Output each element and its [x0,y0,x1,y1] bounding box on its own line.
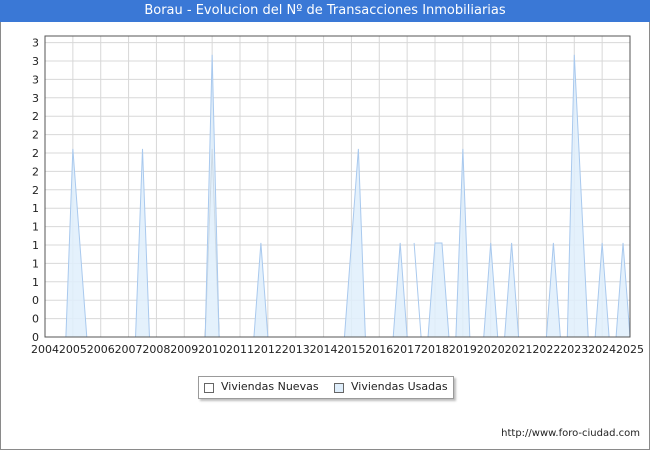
y-tick-label-8: 2 [32,184,39,197]
y-tick-label-15: 3 [32,55,39,68]
x-tick-label-2022: 2022 [532,343,560,356]
x-tick-label-2024: 2024 [588,343,616,356]
x-tick-label-2004: 2004 [31,343,59,356]
legend-label-viviendas-nuevas: Viviendas Nuevas [221,380,319,393]
x-tick-label-2005: 2005 [59,343,87,356]
x-tick-label-2023: 2023 [560,343,588,356]
legend-swatch-viviendas-usadas [334,383,344,393]
y-tick-label-14: 3 [32,73,39,86]
y-tick-label-9: 2 [32,165,39,178]
y-tick-label-7: 1 [32,202,39,215]
y-tick-label-12: 2 [32,110,39,123]
x-tick-label-2013: 2013 [282,343,310,356]
x-tick-label-2007: 2007 [115,343,143,356]
legend-label-viviendas-usadas: Viviendas Usadas [351,380,448,393]
x-tick-label-2009: 2009 [170,343,198,356]
x-tick-label-2010: 2010 [198,343,226,356]
source-url[interactable]: http://www.foro-ciudad.com [501,428,640,439]
x-tick-label-2014: 2014 [310,343,338,356]
x-tick-label-2025: 2025 [616,343,644,356]
y-tick-label-6: 1 [32,221,39,234]
y-tick-label-10: 2 [32,147,39,160]
y-tick-label-16: 3 [32,37,39,50]
y-tick-label-13: 3 [32,92,39,105]
x-tick-label-2017: 2017 [393,343,421,356]
y-tick-label-5: 1 [32,239,39,252]
x-tick-label-2016: 2016 [365,343,393,356]
y-tick-label-11: 2 [32,129,39,142]
y-tick-label-4: 1 [32,257,39,270]
x-tick-label-2018: 2018 [421,343,449,356]
x-tick-label-2020: 2020 [477,343,505,356]
chart-legend: Viviendas Nuevas Viviendas Usadas [198,376,454,399]
y-tick-label-2: 0 [32,294,39,307]
x-tick-label-2008: 2008 [142,343,170,356]
x-tick-label-2019: 2019 [449,343,477,356]
x-tick-label-2021: 2021 [505,343,533,356]
legend-swatch-viviendas-nuevas [204,383,214,393]
plot-area [45,36,630,337]
y-tick-label-1: 0 [32,313,39,326]
x-tick-label-2015: 2015 [337,343,365,356]
x-tick-label-2011: 2011 [226,343,254,356]
x-tick-label-2006: 2006 [87,343,115,356]
y-tick-label-3: 1 [32,276,39,289]
x-tick-label-2012: 2012 [254,343,282,356]
